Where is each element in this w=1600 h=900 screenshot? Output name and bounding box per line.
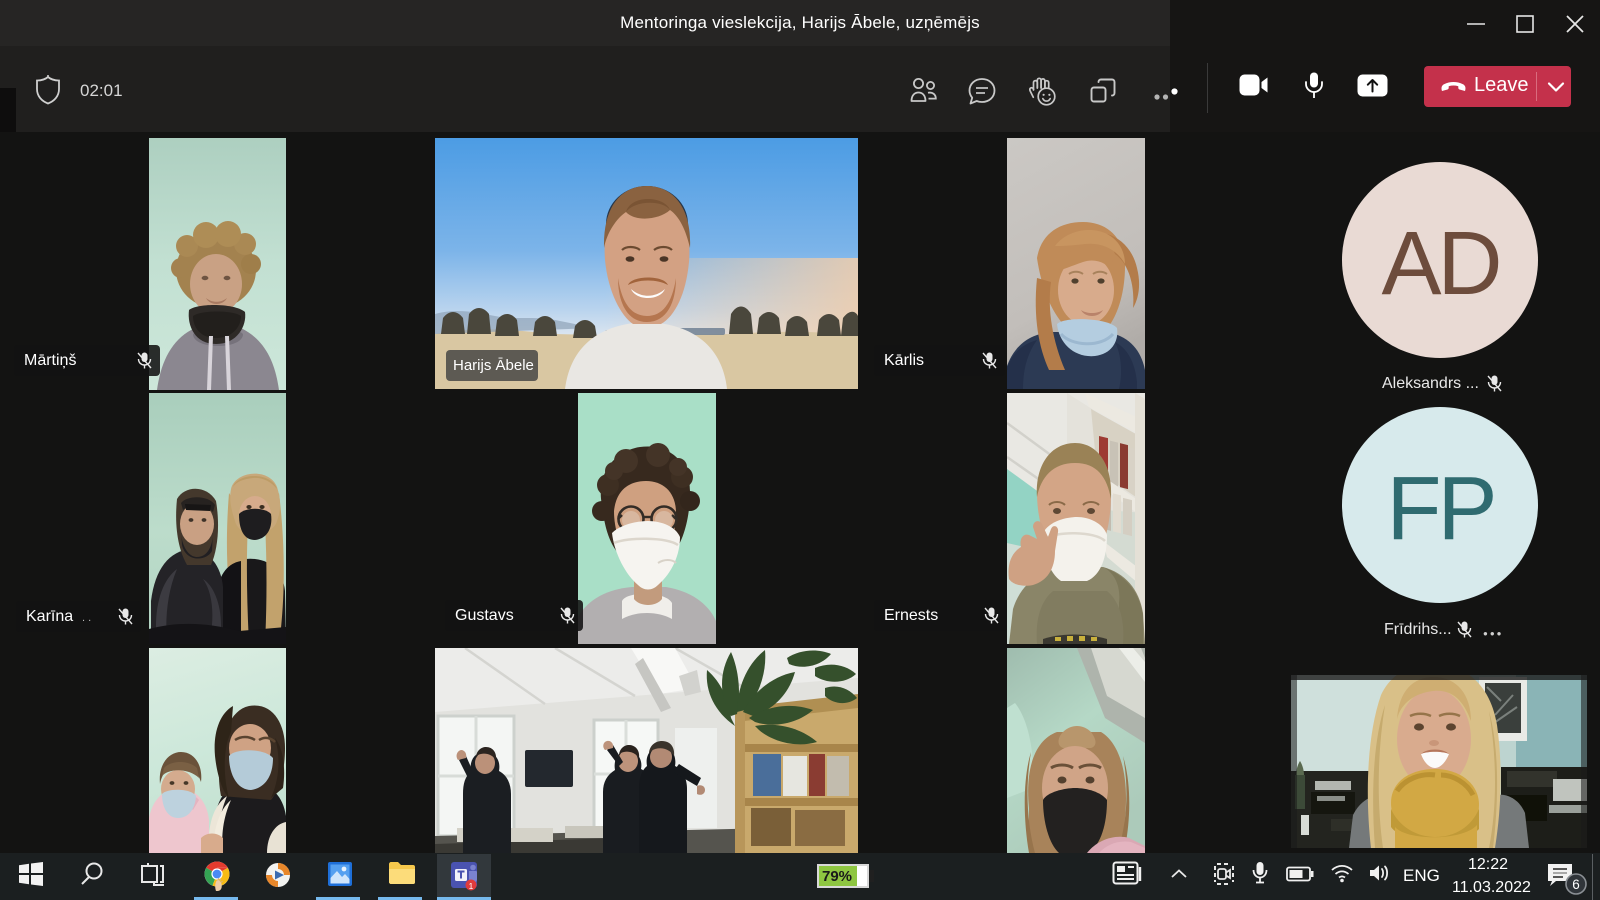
svg-text:6: 6 [1572,877,1580,892]
svg-text:1: 1 [469,881,474,891]
